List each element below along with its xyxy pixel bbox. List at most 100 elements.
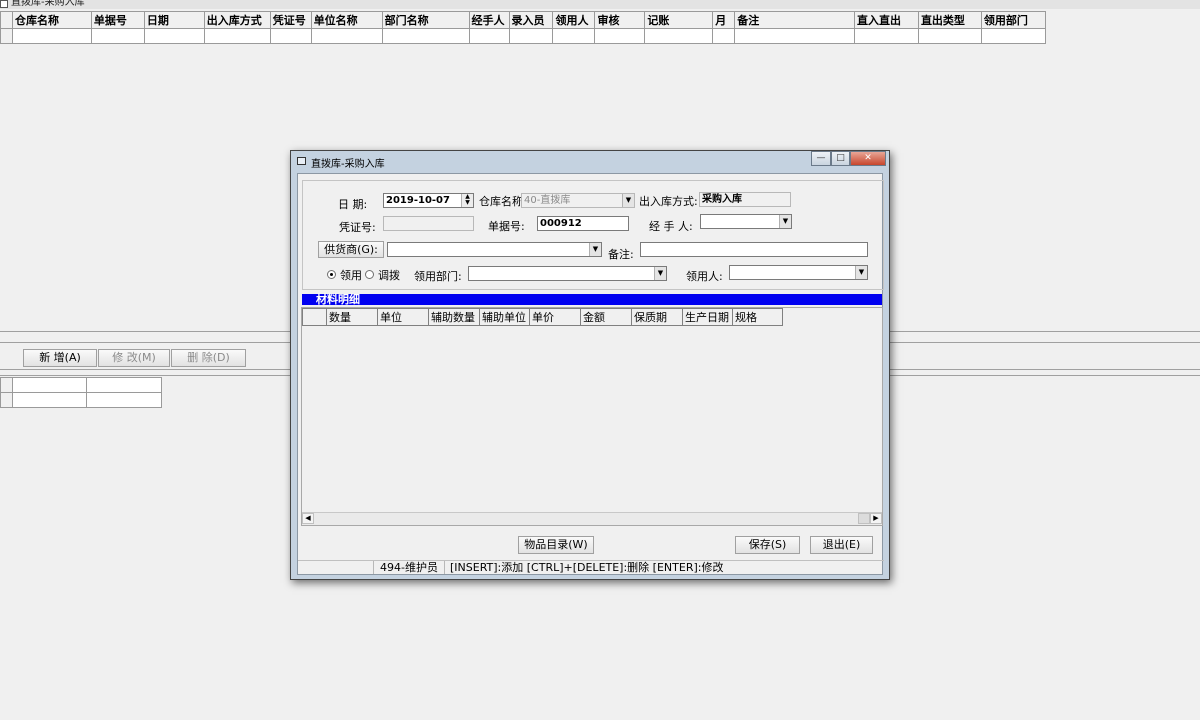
grid-cell[interactable] xyxy=(594,28,646,44)
supplier-button[interactable]: 供货商(G): xyxy=(318,241,384,258)
table-row[interactable] xyxy=(0,392,162,408)
status-panel-empty xyxy=(298,561,374,574)
materials-title-bar: 材料明细 xyxy=(302,294,882,305)
doc-no-field[interactable]: 000912 xyxy=(537,216,629,231)
col-header-entry-clerk[interactable]: 录入员 xyxy=(508,11,554,29)
horizontal-scrollbar[interactable]: ◀ ▶ xyxy=(302,512,882,525)
supplier-select[interactable]: ▼ xyxy=(387,242,602,257)
grid-cell[interactable] xyxy=(552,28,596,44)
scroll-thumb[interactable] xyxy=(858,513,870,524)
col-header-amount[interactable]: 金额 xyxy=(580,308,632,326)
col-header-voucher[interactable]: 凭证号 xyxy=(269,11,312,29)
date-spinner[interactable]: ▲ ▼ xyxy=(461,194,473,207)
scroll-right-icon[interactable]: ▶ xyxy=(870,513,882,524)
col-header-remark[interactable]: 备注 xyxy=(734,11,855,29)
modify-button[interactable]: 修 改(M) xyxy=(98,349,170,367)
grid-cell[interactable] xyxy=(86,392,162,408)
grid-cell[interactable] xyxy=(644,28,714,44)
grid-cell[interactable] xyxy=(712,28,736,44)
grid-cell[interactable] xyxy=(143,28,205,44)
remark-label: 备注: xyxy=(608,248,634,261)
main-grid[interactable]: 仓库名称 单据号 日期 出入库方式 凭证号 单位名称 部门名称 经手人 录入员 … xyxy=(0,11,1047,44)
grid-cell[interactable] xyxy=(734,28,855,44)
row-indicator-header xyxy=(302,308,327,326)
col-header-shelf-life[interactable]: 保质期 xyxy=(631,308,683,326)
col-header-prod-date[interactable]: 生产日期 xyxy=(682,308,733,326)
col-header-aux-qty[interactable]: 辅助数量 xyxy=(428,308,480,326)
col-header-qty[interactable]: 数量 xyxy=(326,308,378,326)
row-indicator[interactable] xyxy=(0,28,13,44)
exit-button[interactable]: 退出(E) xyxy=(810,536,873,554)
transfer-radio[interactable] xyxy=(365,270,374,279)
col-header-direct-type[interactable]: 直出类型 xyxy=(917,11,982,29)
grid-cell[interactable] xyxy=(11,377,88,393)
row-indicator[interactable] xyxy=(0,392,13,408)
purchase-inbound-dialog[interactable]: 直拨库-采购入库 — □ ✕ 日 期: 2019-10-07 ▲ ▼ 仓库名称 4… xyxy=(290,150,890,580)
handler-select[interactable]: ▼ xyxy=(700,214,792,229)
main-grid-header-row: 仓库名称 单据号 日期 出入库方式 凭证号 单位名称 部门名称 经手人 录入员 … xyxy=(0,11,1047,29)
col-header-price[interactable]: 单价 xyxy=(529,308,581,326)
grid-cell[interactable] xyxy=(11,392,88,408)
grid-cell[interactable] xyxy=(853,28,919,44)
row-indicator[interactable] xyxy=(0,377,13,393)
close-button[interactable]: ✕ xyxy=(850,151,886,166)
save-button[interactable]: 保存(S) xyxy=(735,536,800,554)
chevron-down-icon[interactable]: ▼ xyxy=(855,266,867,279)
col-header-unit-name[interactable]: 单位名称 xyxy=(310,11,383,29)
grid-cell[interactable] xyxy=(468,28,510,44)
col-header-handler[interactable]: 经手人 xyxy=(468,11,510,29)
col-header-io-mode[interactable]: 出入库方式 xyxy=(203,11,271,29)
col-header-audit[interactable]: 审核 xyxy=(594,11,646,29)
col-header-receiver[interactable]: 领用人 xyxy=(552,11,596,29)
main-window-title: 直拨库-采购入库 xyxy=(11,0,85,8)
chevron-down-icon[interactable]: ▼ xyxy=(654,267,666,280)
use-radio-label[interactable]: 领用 xyxy=(340,267,362,283)
delete-button[interactable]: 删 除(D) xyxy=(171,349,246,367)
table-row[interactable] xyxy=(0,28,1047,44)
detail-grid[interactable] xyxy=(0,377,162,408)
grid-cell[interactable] xyxy=(917,28,982,44)
dialog-client-area: 日 期: 2019-10-07 ▲ ▼ 仓库名称 40-直拨库 ▼ 出入库方式: … xyxy=(297,173,884,575)
doc-no-label: 单据号: xyxy=(488,220,525,233)
transfer-radio-label[interactable]: 调拨 xyxy=(378,267,400,283)
grid-cell[interactable] xyxy=(11,28,92,44)
materials-grid-area[interactable]: 数量 单位 辅助数量 辅助单位 单价 金额 保质期 生产日期 规格 ◀ ▶ xyxy=(301,307,883,526)
main-titlebar: 直拨库-采购入库 xyxy=(0,0,1200,9)
grid-cell[interactable] xyxy=(310,28,383,44)
grid-cell[interactable] xyxy=(90,28,145,44)
col-header-direct-in-out[interactable]: 直入直出 xyxy=(853,11,919,29)
col-header-dept-name[interactable]: 部门名称 xyxy=(381,11,470,29)
item-catalog-button[interactable]: 物品目录(W) xyxy=(518,536,594,554)
col-header-spec[interactable]: 规格 xyxy=(732,308,783,326)
warehouse-select[interactable]: 40-直拨库 ▼ xyxy=(521,193,635,208)
grid-cell[interactable] xyxy=(203,28,271,44)
table-row[interactable] xyxy=(0,377,162,393)
chevron-down-icon[interactable]: ▼ xyxy=(779,215,791,228)
grid-cell[interactable] xyxy=(86,377,162,393)
remark-field[interactable] xyxy=(640,242,868,257)
col-header-doc-no[interactable]: 单据号 xyxy=(90,11,145,29)
scroll-left-icon[interactable]: ◀ xyxy=(302,513,314,524)
use-radio[interactable] xyxy=(327,270,336,279)
chevron-down-icon[interactable]: ▼ xyxy=(589,243,601,256)
add-button[interactable]: 新 增(A) xyxy=(23,349,97,367)
chevron-down-icon[interactable]: ▼ xyxy=(622,194,634,207)
col-header-month[interactable]: 月 xyxy=(712,11,736,29)
grid-cell[interactable] xyxy=(980,28,1047,44)
col-header-unit[interactable]: 单位 xyxy=(377,308,429,326)
receiver-select[interactable]: ▼ xyxy=(729,265,868,280)
col-header-date[interactable]: 日期 xyxy=(143,11,205,29)
materials-grid-header-row: 数量 单位 辅助数量 辅助单位 单价 金额 保质期 生产日期 规格 xyxy=(302,308,783,326)
col-header-aux-unit[interactable]: 辅助单位 xyxy=(479,308,530,326)
grid-cell[interactable] xyxy=(508,28,554,44)
grid-cell[interactable] xyxy=(269,28,312,44)
col-header-receive-dept[interactable]: 领用部门 xyxy=(980,11,1047,29)
minimize-button[interactable]: — xyxy=(811,151,831,166)
dept-select[interactable]: ▼ xyxy=(468,266,667,281)
col-header-bookkeeping[interactable]: 记账 xyxy=(644,11,714,29)
col-header-warehouse[interactable]: 仓库名称 xyxy=(11,11,92,29)
materials-grid[interactable]: 数量 单位 辅助数量 辅助单位 单价 金额 保质期 生产日期 规格 xyxy=(302,308,783,326)
grid-cell[interactable] xyxy=(381,28,470,44)
date-field[interactable]: 2019-10-07 ▲ ▼ xyxy=(383,193,474,208)
maximize-button[interactable]: □ xyxy=(831,151,850,166)
